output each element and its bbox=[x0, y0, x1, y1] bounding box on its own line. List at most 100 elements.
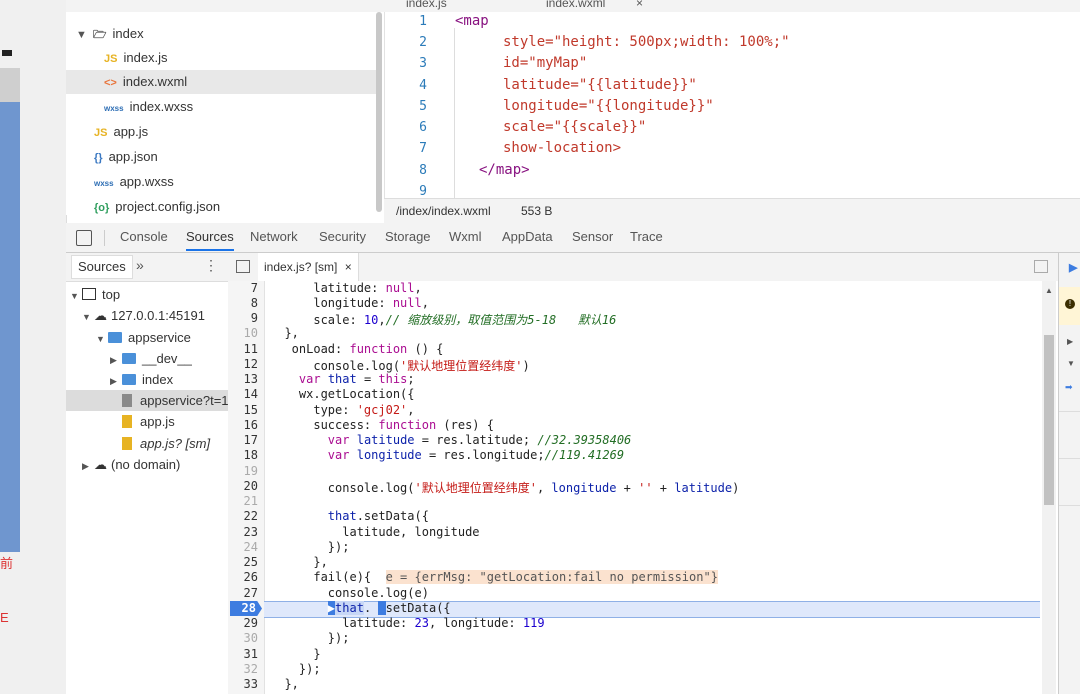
nav-app-js[interactable]: app.js bbox=[122, 411, 175, 432]
nav-appservice[interactable]: ▼ appservice bbox=[96, 327, 191, 348]
tree-folder-index[interactable]: ▼ 🗁 index bbox=[76, 22, 144, 46]
source-tab[interactable]: index.js? [sm] × bbox=[258, 253, 359, 281]
tree-file-project-config[interactable]: {o} project.config.json bbox=[94, 195, 220, 219]
line-number[interactable]: 23 bbox=[228, 525, 258, 539]
line-number[interactable]: 11 bbox=[228, 342, 258, 356]
toggle-debugger-icon[interactable] bbox=[1034, 260, 1048, 273]
chevron-down-icon[interactable]: ▼ bbox=[1067, 359, 1075, 368]
line-number: 6 bbox=[419, 120, 427, 135]
chevron-right-icon[interactable]: ▶ bbox=[1067, 337, 1073, 346]
line-number[interactable]: 10 bbox=[228, 326, 258, 340]
tree-file-index-js[interactable]: JS index.js bbox=[104, 46, 168, 70]
line-number[interactable]: 18 bbox=[228, 448, 258, 462]
inspect-element-icon[interactable] bbox=[76, 230, 92, 246]
tab-storage[interactable]: Storage bbox=[385, 223, 431, 251]
wxml-editor[interactable]: 1 2 3 4 5 6 7 8 9 <map style="height: 50… bbox=[384, 12, 1080, 198]
nav-index[interactable]: ▶ index bbox=[110, 369, 173, 390]
indent-guide bbox=[454, 28, 455, 198]
nav-dev[interactable]: ▶ __dev__ bbox=[110, 348, 192, 369]
js-file-icon bbox=[122, 415, 132, 428]
source-scrollbar-thumb[interactable] bbox=[1044, 335, 1054, 505]
devtools-tabbar: Console Sources Network Security Storage… bbox=[66, 223, 1080, 253]
tab-trace[interactable]: Trace bbox=[630, 223, 663, 251]
code-line: latitude: 23, longitude: 119 bbox=[270, 616, 545, 630]
menu-dots-icon[interactable]: ⋮ bbox=[204, 257, 218, 274]
tree-file-app-json[interactable]: {} app.json bbox=[94, 145, 158, 169]
breakpoint-marker[interactable]: 28 bbox=[230, 601, 262, 616]
line-number[interactable]: 14 bbox=[228, 387, 258, 401]
line-number[interactable]: 9 bbox=[228, 311, 258, 325]
more-tabs-icon[interactable]: » bbox=[136, 257, 144, 273]
line-number[interactable]: 16 bbox=[228, 418, 258, 432]
call-frame-arrow-icon[interactable]: ➡ bbox=[1065, 382, 1073, 393]
tree-file-app-js[interactable]: JS app.js bbox=[94, 120, 148, 144]
status-path: /index/index.wxml bbox=[396, 204, 491, 218]
tab-network[interactable]: Network bbox=[250, 223, 298, 251]
line-number[interactable]: 15 bbox=[228, 403, 258, 417]
tab-sensor[interactable]: Sensor bbox=[572, 223, 613, 251]
js-file-icon bbox=[122, 437, 132, 450]
line-number[interactable]: 31 bbox=[228, 647, 258, 661]
tab-appdata[interactable]: AppData bbox=[502, 223, 553, 251]
line-number[interactable]: 13 bbox=[228, 372, 258, 386]
config-file-icon: {o} bbox=[94, 202, 110, 214]
line-number[interactable]: 19 bbox=[228, 464, 258, 478]
nav-top[interactable]: ▼ top bbox=[70, 284, 120, 305]
sources-navigator: Sources » ⋮ ▼ top ▼ ☁ 127.0.0.1:45191 ▼ apps… bbox=[66, 253, 229, 694]
tree-file-app-wxss[interactable]: wxss app.wxss bbox=[94, 170, 174, 194]
simulator-map-area[interactable] bbox=[0, 102, 20, 552]
editor-status-bar: /index/index.wxml 553 B bbox=[384, 198, 1080, 223]
line-number[interactable]: 29 bbox=[228, 616, 258, 630]
line-number[interactable]: 21 bbox=[228, 494, 258, 508]
file-tree-scrollbar[interactable] bbox=[376, 12, 382, 212]
resume-icon[interactable]: ▶ bbox=[1069, 261, 1077, 274]
line-number: 3 bbox=[419, 56, 427, 71]
source-tabbar: index.js? [sm] × bbox=[228, 253, 1058, 282]
tab-sources[interactable]: Sources bbox=[186, 223, 234, 251]
nav-app-js-sm[interactable]: app.js? [sm] bbox=[122, 433, 210, 454]
line-number[interactable]: 22 bbox=[228, 509, 258, 523]
line-number[interactable]: 30 bbox=[228, 631, 258, 645]
tab-index-wxml[interactable]: index.wxml bbox=[546, 0, 605, 10]
code-line: var latitude = res.latitude; //32.393584… bbox=[327, 433, 632, 447]
code-line: }, bbox=[270, 555, 328, 569]
toggle-navigator-icon[interactable] bbox=[236, 260, 250, 273]
tab-close-icon[interactable]: × bbox=[636, 0, 643, 10]
line-number[interactable]: 26 bbox=[228, 570, 258, 584]
tab-security[interactable]: Security bbox=[319, 223, 366, 251]
tab-wxml[interactable]: Wxml bbox=[449, 223, 482, 251]
navigator-header: Sources » ⋮ bbox=[66, 253, 228, 282]
code-line: id="myMap" bbox=[503, 55, 588, 71]
tree-file-index-wxss[interactable]: wxss index.wxss bbox=[104, 95, 193, 119]
line-number[interactable]: 20 bbox=[228, 479, 258, 493]
code-line: wx.getLocation({ bbox=[270, 387, 415, 401]
line-number[interactable]: 17 bbox=[228, 433, 258, 447]
scroll-up-icon[interactable]: ▲ bbox=[1045, 286, 1053, 295]
code-line: show-location> bbox=[503, 140, 622, 156]
nav-no-domain[interactable]: ▶ ☁ (no domain) bbox=[82, 454, 180, 475]
code-line: style="height: 500px;width: 100%;" bbox=[503, 34, 790, 50]
line-number[interactable]: 32 bbox=[228, 662, 258, 676]
line-number[interactable]: 27 bbox=[228, 586, 258, 600]
code-line: success: function (res) { bbox=[270, 418, 494, 432]
line-number[interactable]: 25 bbox=[228, 555, 258, 569]
code-line: scale="{{scale}}" bbox=[503, 119, 647, 135]
tab-index-js[interactable]: index.js bbox=[406, 0, 447, 10]
nav-appservice-file[interactable]: appservice?t=1 bbox=[66, 390, 229, 411]
code-line: }); bbox=[270, 662, 321, 676]
tab-sources-nav[interactable]: Sources bbox=[71, 255, 133, 279]
json-file-icon: {} bbox=[94, 152, 103, 164]
tree-file-index-wxml[interactable]: <> index.wxml bbox=[66, 70, 376, 94]
line-number[interactable]: 33 bbox=[228, 677, 258, 691]
nav-host[interactable]: ▼ ☁ 127.0.0.1:45191 bbox=[82, 305, 205, 326]
line-number[interactable]: 8 bbox=[228, 296, 258, 310]
close-icon[interactable]: × bbox=[345, 260, 352, 274]
chevron-right-icon: ▶ bbox=[82, 461, 89, 471]
line-number[interactable]: 7 bbox=[228, 281, 258, 295]
code-line: }, bbox=[270, 677, 299, 691]
line-number[interactable]: 24 bbox=[228, 540, 258, 554]
tab-console[interactable]: Console bbox=[120, 223, 168, 251]
line-number[interactable]: 12 bbox=[228, 357, 258, 371]
source-code-view[interactable]: 28 7 8 9 10 11 12 13 14 15 16 17 18 19 2… bbox=[228, 281, 1058, 694]
code-line: fail(e){ e = {errMsg: "getLocation:fail … bbox=[270, 570, 718, 584]
